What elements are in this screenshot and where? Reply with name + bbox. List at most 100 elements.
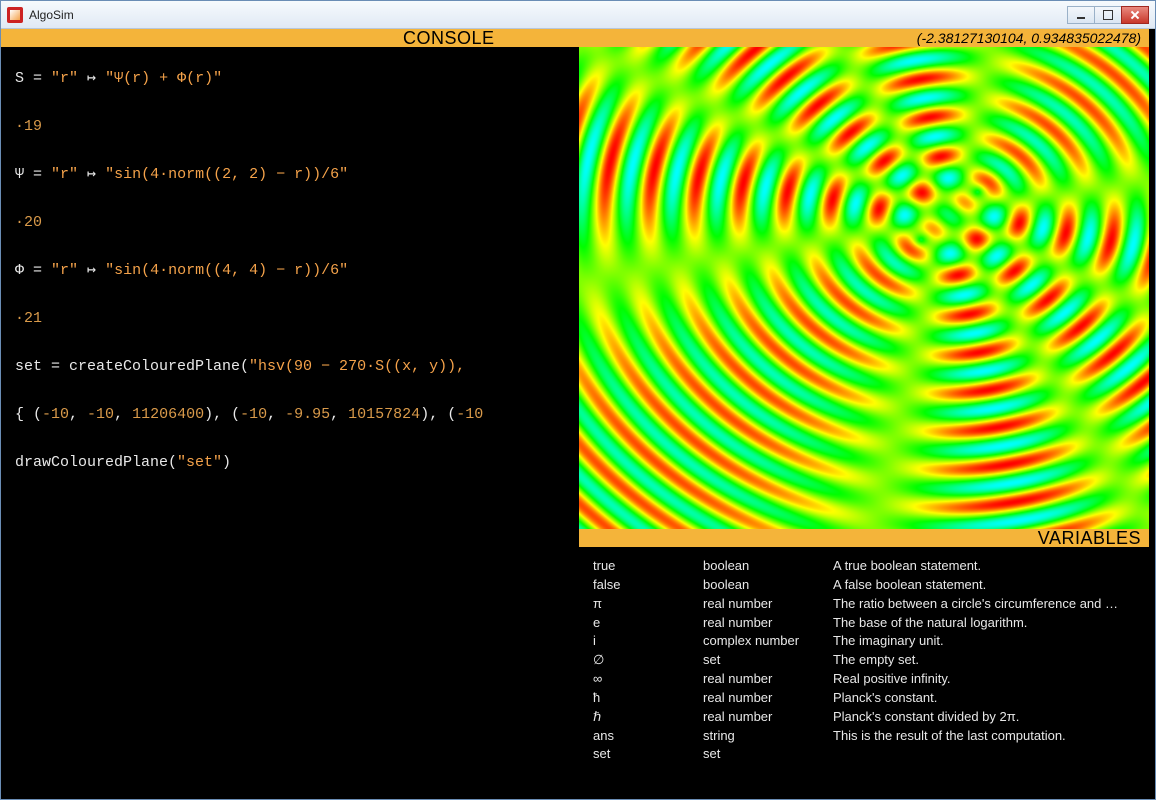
variable-row[interactable]: ℏreal numberPlanck's constant divided by… xyxy=(593,708,1141,727)
console-token: -9.95 xyxy=(285,406,330,423)
console-token: "sin(4·norm((2, 2) − r))/6" xyxy=(105,166,348,183)
variable-row[interactable]: icomplex numberThe imaginary unit. xyxy=(593,632,1141,651)
console-token: -10 xyxy=(87,406,114,423)
console-line xyxy=(15,331,569,355)
variable-type: real number xyxy=(703,614,833,633)
console-token: ↦ xyxy=(78,166,105,183)
interference-plot xyxy=(579,47,1149,529)
variable-desc: The empty set. xyxy=(833,651,1141,670)
console-token: ·21 xyxy=(15,310,42,327)
variables-pane[interactable]: truebooleanA true boolean statement.fals… xyxy=(579,547,1149,799)
variables-header-label: VARIABLES xyxy=(1038,528,1141,549)
variable-name: ℏ xyxy=(593,708,703,727)
console-line: ·21 xyxy=(15,307,569,331)
app-window: AlgoSim CONSOLE (-2.38127130104, 0.93483… xyxy=(0,0,1156,800)
variable-name: ħ xyxy=(593,689,703,708)
console-line: ·19 xyxy=(15,115,569,139)
variable-type: real number xyxy=(703,708,833,727)
close-button[interactable] xyxy=(1121,6,1149,24)
console-header-label: CONSOLE xyxy=(403,28,495,49)
console-line xyxy=(15,283,569,307)
variable-row[interactable]: ∞real numberReal positive infinity. xyxy=(593,670,1141,689)
variable-desc: The ratio between a circle's circumferen… xyxy=(833,595,1141,614)
app-icon xyxy=(7,7,23,23)
console-token: , xyxy=(69,406,87,423)
variable-row[interactable]: ∅setThe empty set. xyxy=(593,651,1141,670)
console-line: Ψ = "r" ↦ "sin(4·norm((2, 2) − r))/6" xyxy=(15,163,569,187)
variable-desc: The imaginary unit. xyxy=(833,632,1141,651)
variable-name: false xyxy=(593,576,703,595)
console-token: { ( xyxy=(15,406,42,423)
window-title: AlgoSim xyxy=(29,8,1068,22)
top-header-bar: CONSOLE (-2.38127130104, 0.934835022478) xyxy=(1,29,1149,47)
variable-name: ans xyxy=(593,727,703,746)
variable-type: complex number xyxy=(703,632,833,651)
console-token: ·19 xyxy=(15,118,42,135)
console-token: ) xyxy=(222,454,231,471)
console-pane[interactable]: S = "r" ↦ "Ψ(r) + Φ(r)" ·19 Ψ = "r" ↦ "s… xyxy=(1,47,579,799)
variable-row[interactable]: ereal numberThe base of the natural loga… xyxy=(593,614,1141,633)
console-line xyxy=(15,91,569,115)
console-token: , xyxy=(114,406,132,423)
console-token: 11206400 xyxy=(132,406,204,423)
variable-desc: A true boolean statement. xyxy=(833,557,1141,576)
console-line xyxy=(15,139,569,163)
console-token: set = createColouredPlane( xyxy=(15,358,249,375)
variable-type: boolean xyxy=(703,576,833,595)
variable-desc: Planck's constant. xyxy=(833,689,1141,708)
variable-row[interactable]: falsebooleanA false boolean statement. xyxy=(593,576,1141,595)
client-area: CONSOLE (-2.38127130104, 0.934835022478)… xyxy=(1,29,1155,799)
variable-name: π xyxy=(593,595,703,614)
variable-desc xyxy=(833,745,1141,764)
console-token: "r" xyxy=(51,262,78,279)
console-token: "Ψ(r) + Φ(r)" xyxy=(105,70,222,87)
variable-type: real number xyxy=(703,689,833,708)
console-token: ), ( xyxy=(204,406,240,423)
console-token: ·20 xyxy=(15,214,42,231)
console-token: 10157824 xyxy=(348,406,420,423)
console-token: S = xyxy=(15,70,51,87)
console-token: -10 xyxy=(456,406,483,423)
variable-name: ∞ xyxy=(593,670,703,689)
console-token: "hsv(90 − 270·S((x, y)), xyxy=(249,358,465,375)
console-token: "sin(4·norm((4, 4) − r))/6" xyxy=(105,262,348,279)
variable-row[interactable]: setset xyxy=(593,745,1141,764)
variable-name: i xyxy=(593,632,703,651)
console-token: ↦ xyxy=(78,70,105,87)
window-controls xyxy=(1068,6,1149,24)
console-token: -10 xyxy=(240,406,267,423)
variable-row[interactable]: truebooleanA true boolean statement. xyxy=(593,557,1141,576)
console-line: { (-10, -10, 11206400), (-10, -9.95, 101… xyxy=(15,403,569,427)
variable-row[interactable]: πreal numberThe ratio between a circle's… xyxy=(593,595,1141,614)
variable-desc: A false boolean statement. xyxy=(833,576,1141,595)
right-column: VARIABLES truebooleanA true boolean stat… xyxy=(579,47,1149,799)
cursor-coordinates: (-2.38127130104, 0.934835022478) xyxy=(917,30,1141,46)
titlebar[interactable]: AlgoSim xyxy=(1,1,1155,29)
variables-header-bar: VARIABLES xyxy=(579,529,1149,547)
variable-type: set xyxy=(703,745,833,764)
console-line: set = createColouredPlane("hsv(90 − 270·… xyxy=(15,355,569,379)
console-token: "set" xyxy=(177,454,222,471)
variable-desc: Planck's constant divided by 2π. xyxy=(833,708,1141,727)
variable-name: e xyxy=(593,614,703,633)
console-token: , xyxy=(267,406,285,423)
variable-desc: The base of the natural logarithm. xyxy=(833,614,1141,633)
variable-type: set xyxy=(703,651,833,670)
variable-desc: Real positive infinity. xyxy=(833,670,1141,689)
variable-desc: This is the result of the last computati… xyxy=(833,727,1141,746)
console-token: "r" xyxy=(51,166,78,183)
variable-row[interactable]: ħreal numberPlanck's constant. xyxy=(593,689,1141,708)
console-token: , xyxy=(330,406,348,423)
variable-type: real number xyxy=(703,670,833,689)
variable-type: string xyxy=(703,727,833,746)
console-token: Φ = xyxy=(15,262,51,279)
console-line: drawColouredPlane("set") xyxy=(15,451,569,475)
variable-name: ∅ xyxy=(593,651,703,670)
maximize-button[interactable] xyxy=(1094,6,1122,24)
minimize-button[interactable] xyxy=(1067,6,1095,24)
console-token: ), ( xyxy=(420,406,456,423)
console-line: Φ = "r" ↦ "sin(4·norm((4, 4) − r))/6" xyxy=(15,259,569,283)
visualization-pane[interactable] xyxy=(579,47,1149,529)
variable-row[interactable]: ansstringThis is the result of the last … xyxy=(593,727,1141,746)
console-token: "r" xyxy=(51,70,78,87)
